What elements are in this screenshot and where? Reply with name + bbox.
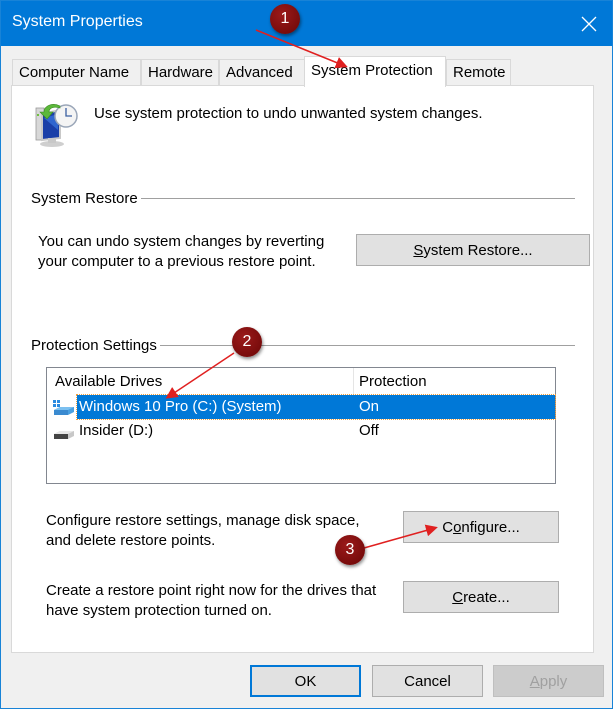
drive-name: Insider (D:): [79, 422, 154, 439]
configure-button-label-end: nfigure...: [461, 518, 520, 536]
configure-button-mnemonic: o: [453, 518, 462, 536]
cancel-button[interactable]: Cancel: [372, 665, 483, 697]
configure-button-label-start: C: [442, 518, 454, 536]
drive-name: Windows 10 Pro (C:) (System): [79, 398, 282, 415]
column-separator[interactable]: [353, 368, 354, 394]
tab-advanced[interactable]: Advanced: [219, 59, 305, 86]
intro-text: Use system protection to undo unwanted s…: [94, 105, 483, 122]
close-icon: [581, 16, 597, 31]
column-header-protection[interactable]: Protection: [359, 373, 427, 390]
drive-protection-status: On: [359, 398, 380, 415]
configure-description-line2: and delete restore points.: [46, 532, 216, 549]
tab-computer-name[interactable]: Computer Name: [12, 59, 141, 86]
listview-header: Available Drives Protection: [47, 368, 555, 394]
hard-drive-icon: [54, 431, 74, 439]
close-button[interactable]: [566, 1, 612, 46]
create-button-label: reate...: [463, 588, 510, 606]
drives-listview[interactable]: Available Drives Protection Windows 10 P…: [46, 367, 556, 484]
create-description-line2: have system protection turned on.: [46, 602, 272, 619]
create-button[interactable]: Create...: [403, 581, 559, 613]
system-restore-button[interactable]: System Restore...: [356, 234, 590, 266]
system-restore-description-line2: your computer to a previous restore poin…: [38, 253, 316, 270]
protection-settings-group-label: Protection Settings: [31, 337, 160, 354]
system-restore-description-line1: You can undo system changes by reverting: [38, 233, 325, 250]
drive-row-c-selection: Windows 10 Pro (C:) (System) On: [76, 394, 556, 420]
annotation-badge-1: 1: [270, 4, 300, 34]
tab-remote[interactable]: Remote: [446, 59, 511, 86]
annotation-badge-2: 2: [232, 327, 262, 357]
system-restore-button-label: ystem Restore...: [423, 241, 533, 259]
system-properties-window: System Properties Computer Name Hardware…: [0, 0, 613, 709]
title-bar[interactable]: System Properties: [1, 1, 612, 46]
system-restore-group-label: System Restore: [31, 190, 141, 207]
create-button-mnemonic: C: [452, 588, 464, 606]
column-header-available-drives[interactable]: Available Drives: [55, 373, 162, 390]
drive-row-d[interactable]: Insider (D:) Off: [47, 419, 555, 443]
drive-protection-status: Off: [359, 422, 379, 439]
windows-system-drive-icon: [53, 400, 74, 415]
configure-button[interactable]: Co nfigure...: [403, 511, 559, 543]
drive-row-c[interactable]: Windows 10 Pro (C:) (System) On: [47, 394, 556, 420]
apply-button-mnemonic: A: [529, 672, 540, 690]
drive-row-d-cells: Insider (D:) Off: [77, 419, 555, 443]
ok-button[interactable]: OK: [250, 665, 361, 697]
create-description: Create a restore point right now for the…: [46, 581, 376, 621]
tab-hardware[interactable]: Hardware: [141, 59, 219, 86]
configure-description-line1: Configure restore settings, manage disk …: [46, 512, 360, 529]
system-restore-button-mnemonic: S: [413, 241, 424, 259]
system-restore-description: You can undo system changes by reverting…: [38, 232, 324, 272]
annotation-badge-3: 3: [335, 535, 365, 565]
apply-button[interactable]: Apply: [493, 665, 604, 697]
configure-description: Configure restore settings, manage disk …: [46, 511, 360, 551]
apply-button-label: pply: [539, 672, 568, 690]
system-restore-icon: [35, 104, 78, 147]
system-protection-panel: Use system protection to undo unwanted s…: [11, 85, 594, 653]
tab-system-protection[interactable]: System Protection: [304, 56, 446, 87]
window-title: System Properties: [12, 13, 143, 30]
create-description-line1: Create a restore point right now for the…: [46, 582, 377, 599]
